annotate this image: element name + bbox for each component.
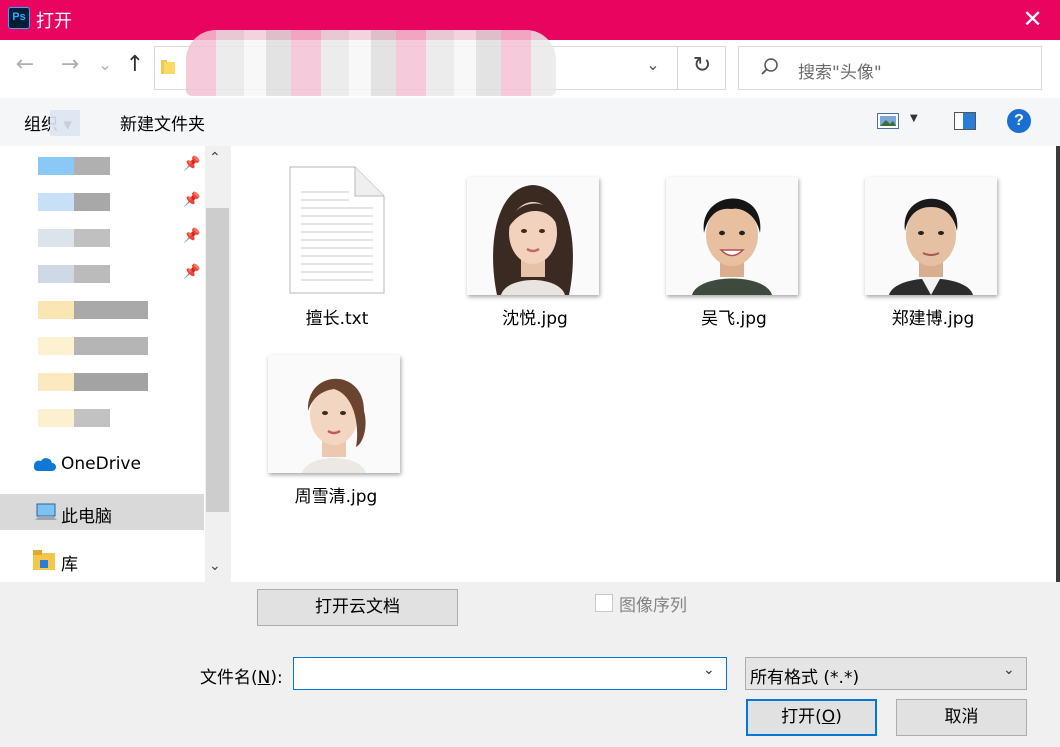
recent-locations-button[interactable]: ⌄ [90,55,120,74]
preview-pane-icon[interactable] [954,112,976,130]
library-icon [33,550,55,570]
text-file-icon[interactable] [289,166,385,294]
window-edge [1056,146,1060,582]
image-thumbnail[interactable] [467,177,599,295]
file-name[interactable]: 沈悦.jpg [450,304,620,329]
window-title: 打开 [36,11,72,32]
file-list: 擅长.txt 沈悦.jpg 吴飞.jpg 郑建博.jpg 周雪清.jpg [231,146,1060,582]
folder-icon [161,60,175,74]
up-button[interactable]: ↑ [120,52,150,77]
this-pc-icon [35,503,57,520]
quick-access-item[interactable] [38,373,148,391]
quick-access-item[interactable] [38,157,110,175]
file-name[interactable]: 擅长.txt [252,304,422,329]
pin-icon: 📌 [183,192,201,208]
back-button[interactable]: ← [10,52,40,77]
portrait-man-icon [666,177,798,295]
file-type-chevron-icon[interactable]: ⌄ [1003,662,1015,678]
quick-access-item[interactable] [38,301,148,319]
image-sequence-checkbox[interactable] [595,594,613,612]
filename-label: 文件名(N): [200,668,283,688]
forward-button[interactable]: → [55,52,85,77]
file-name[interactable]: 周雪清.jpg [251,482,421,507]
photoshop-app-icon: Ps [8,7,30,29]
quick-access-item[interactable] [38,409,110,427]
file-name[interactable]: 吴飞.jpg [649,304,819,329]
image-thumbnail[interactable] [268,355,400,473]
quick-access-item[interactable] [38,337,148,355]
close-button[interactable]: ✕ [1005,0,1060,40]
portrait-woman-icon [268,355,400,473]
quick-access-item[interactable] [38,193,110,211]
new-folder-button[interactable]: 新建文件夹 [120,110,205,135]
search-icon [761,58,778,75]
onedrive-icon [33,458,56,472]
sidebar-item-this-pc[interactable]: 此电脑 [61,502,112,527]
sidebar-item-onedrive[interactable]: OneDrive [61,454,141,474]
pin-icon: 📌 [183,228,201,244]
help-icon[interactable]: ? [1007,109,1031,133]
address-divider [677,46,678,90]
image-sequence-label: 图像序列 [619,596,687,616]
address-path[interactable] [186,30,556,96]
open-cloud-document-button[interactable]: 打开云文档 [257,589,458,626]
portrait-woman-icon [467,177,599,295]
cancel-button[interactable]: 取消 [896,699,1027,736]
refresh-button[interactable]: ↻ [682,53,722,78]
search-input[interactable] [738,46,1042,90]
scrollbar-thumb[interactable] [206,208,229,512]
open-button[interactable]: 打开(O) [746,699,877,736]
sidebar-item-library[interactable]: 库 [61,550,78,575]
scroll-down-icon[interactable]: ⌄ [209,558,221,574]
search-placeholder: 搜索"头像" [798,63,882,83]
scroll-up-icon[interactable]: ⌃ [209,150,221,166]
blurred-region [50,110,80,136]
view-dropdown-chevron-icon[interactable]: ▼ [910,113,918,124]
address-history-chevron-icon[interactable]: ⌄ [640,55,666,74]
file-type-select[interactable]: 所有格式 (*.*) [745,657,1027,690]
image-thumbnail[interactable] [865,177,997,295]
view-options-icon[interactable] [877,113,899,129]
quick-access-item[interactable] [38,265,110,283]
file-name[interactable]: 郑建博.jpg [848,304,1018,329]
image-thumbnail[interactable] [666,177,798,295]
portrait-man-icon [865,177,997,295]
quick-access-item[interactable] [38,229,110,247]
pin-icon: 📌 [183,156,201,172]
filename-history-chevron-icon[interactable]: ⌄ [703,662,715,678]
pin-icon: 📌 [183,264,201,280]
filename-input[interactable] [293,657,727,690]
